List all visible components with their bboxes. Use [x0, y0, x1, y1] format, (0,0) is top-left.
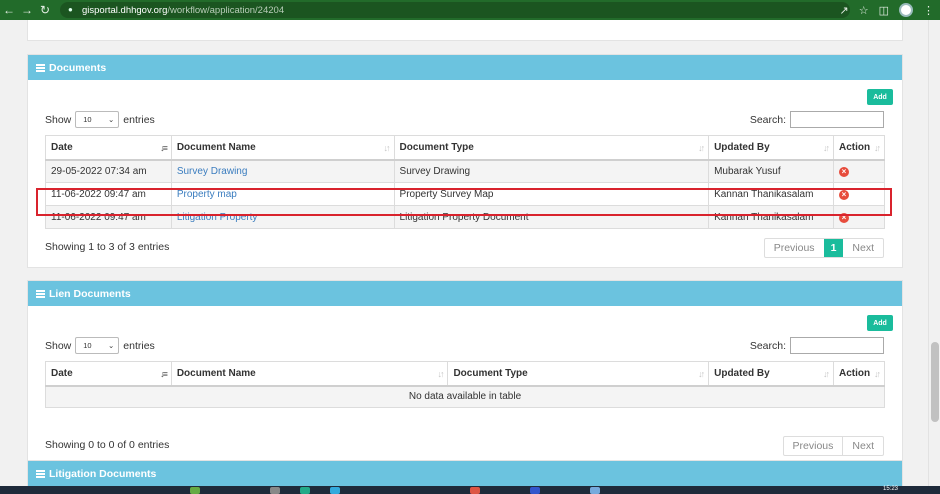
empty-message: No data available in table	[45, 385, 885, 408]
delete-icon[interactable]: ×	[838, 166, 849, 177]
sort-icon: ↓↑	[822, 143, 830, 153]
documents-length: Show 10 ⌄ entries	[45, 111, 155, 128]
search-label: Search:	[749, 339, 786, 352]
lien-table: Date ↓≡ Document Name ↓↑ Document Type ↓↑ U…	[45, 361, 886, 408]
lien-title: Lien Documents	[49, 287, 131, 300]
entries-label: entries	[123, 113, 155, 126]
col-document-name[interactable]: Document Name ↓↑	[170, 361, 449, 387]
chevron-down-icon: ⌄	[107, 115, 115, 124]
lien-length: Show 10 ⌄ entries	[45, 337, 155, 354]
reload-icon[interactable]: ↻	[36, 0, 54, 20]
documents-card: Documents Add Show 10 ⌄ entries Search: D…	[27, 54, 903, 268]
documents-title: Documents	[49, 61, 107, 74]
taskbar: 15:23	[0, 486, 940, 494]
app-icon[interactable]	[470, 487, 480, 494]
app-icon[interactable]	[530, 487, 540, 494]
col-date[interactable]: Date ↓≡	[45, 361, 172, 387]
litigation-header: Litigation Documents	[28, 461, 902, 486]
cell-updated-by: Mubarak Yusuf	[708, 159, 834, 183]
browser-toolbar: ← → ↻ ● gisportal.dhhgov.org/workflow/ap…	[0, 0, 940, 20]
col-document-type[interactable]: Document Type ↓↑	[393, 135, 710, 161]
litigation-title: Litigation Documents	[49, 467, 157, 480]
app-icon[interactable]	[300, 487, 310, 494]
lien-add-button[interactable]: Add	[867, 315, 893, 331]
show-label: Show	[45, 339, 72, 352]
sort-icon: ↓↑	[698, 369, 705, 379]
sort-icon: ↓↑	[874, 369, 881, 379]
sort-icon: ↓↑	[698, 143, 705, 153]
page-size-value: 10	[83, 115, 92, 124]
col-action[interactable]: Action ↓↑	[832, 135, 886, 161]
previous-button[interactable]: Previous	[765, 239, 824, 257]
lien-page-size-select[interactable]: 10 ⌄	[75, 337, 120, 354]
profile-avatar[interactable]	[899, 3, 913, 17]
share-icon[interactable]: ↗	[840, 4, 849, 17]
list-icon	[36, 289, 45, 298]
sidebar-icon[interactable]: ◫	[879, 4, 889, 17]
sort-desc-icon: ↓≡	[160, 143, 168, 153]
address-bar[interactable]: ● gisportal.dhhgov.org/workflow/applicat…	[60, 2, 850, 18]
col-updated-by[interactable]: Updated By ↓↑	[708, 361, 834, 387]
sort-desc-icon: ↓≡	[160, 369, 168, 379]
litigation-documents-card: Litigation Documents	[27, 460, 903, 486]
page-scrollbar[interactable]	[928, 20, 940, 486]
lien-pagination: Previous Next	[782, 436, 884, 456]
list-icon	[36, 63, 45, 72]
previous-button[interactable]: Previous	[784, 437, 843, 455]
scrollbar-thumb[interactable]	[931, 342, 939, 422]
row-highlight-box	[36, 188, 892, 216]
documents-page-size-select[interactable]: 10 ⌄	[75, 111, 120, 128]
clock: 15:23	[882, 486, 898, 492]
chevron-down-icon: ⌄	[107, 341, 115, 350]
search-label: Search:	[749, 113, 786, 126]
cell-type: Survey Drawing	[393, 159, 710, 183]
col-action[interactable]: Action ↓↑	[832, 361, 886, 387]
lien-info: Showing 0 to 0 of 0 entries	[45, 439, 170, 451]
entries-label: entries	[123, 339, 155, 352]
table-row: No data available in table	[45, 385, 885, 408]
sort-icon: ↓↑	[437, 369, 444, 379]
next-button[interactable]: Next	[843, 239, 883, 257]
forward-icon[interactable]: →	[18, 0, 36, 20]
app-icon[interactable]	[330, 487, 340, 494]
back-icon[interactable]: ←	[0, 0, 18, 20]
documents-header: Documents	[28, 55, 902, 80]
url-path: /workflow/application/24204	[167, 4, 285, 16]
app-icon[interactable]	[270, 487, 280, 494]
app-icon[interactable]	[190, 487, 200, 494]
url-host: gisportal.dhhgov.org	[82, 4, 168, 16]
lien-header: Lien Documents	[28, 281, 902, 306]
show-label: Show	[45, 113, 72, 126]
list-icon	[36, 469, 45, 478]
lien-search: Search:	[750, 337, 884, 354]
document-link[interactable]: Survey Drawing	[177, 166, 248, 177]
lien-search-input[interactable]	[790, 337, 884, 354]
next-button[interactable]: Next	[842, 437, 883, 455]
page-content: Documents Add Show 10 ⌄ entries Search: D…	[0, 20, 928, 486]
table-row: 29-05-2022 07:34 am Survey Drawing Surve…	[45, 159, 886, 183]
col-document-name[interactable]: Document Name ↓↑	[170, 135, 395, 161]
sort-icon: ↓↑	[822, 369, 830, 379]
star-icon[interactable]: ☆	[859, 4, 869, 17]
documents-add-button[interactable]: Add	[867, 89, 893, 105]
app-icon[interactable]	[590, 487, 600, 494]
sort-icon: ↓↑	[874, 143, 881, 153]
documents-pagination: Previous 1 Next	[763, 238, 884, 258]
col-updated-by[interactable]: Updated By ↓↑	[708, 135, 834, 161]
documents-info: Showing 1 to 3 of 3 entries	[45, 241, 170, 253]
documents-search: Search:	[750, 111, 884, 128]
cell-date: 29-05-2022 07:34 am	[45, 159, 172, 183]
lien-documents-card: Lien Documents Add Show 10 ⌄ entries Sear…	[27, 280, 903, 462]
previous-card	[27, 20, 903, 41]
menu-icon[interactable]: ⋮	[923, 4, 934, 17]
sort-icon: ↓↑	[383, 143, 391, 153]
page-1-button[interactable]: 1	[823, 239, 844, 257]
page-size-value: 10	[83, 341, 92, 350]
col-date[interactable]: Date ↓≡	[45, 135, 172, 161]
lock-icon: ●	[68, 5, 73, 14]
documents-search-input[interactable]	[790, 111, 884, 128]
col-document-type[interactable]: Document Type ↓↑	[447, 361, 710, 387]
